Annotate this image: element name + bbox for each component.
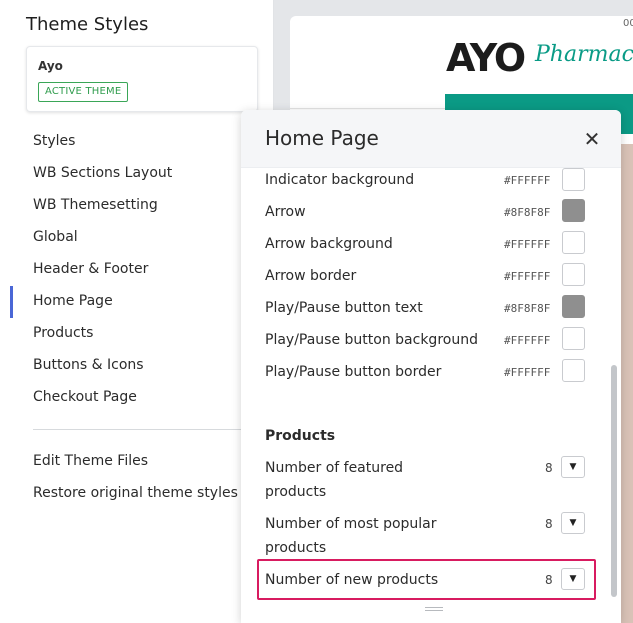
theme-name: Ayo (38, 59, 63, 73)
panel-scrollbar-thumb[interactable] (611, 365, 617, 597)
setting-label: Arrow (265, 204, 306, 220)
sidebar-item-wb-sections-layout[interactable]: WB Sections Layout (33, 165, 172, 181)
sidebar-title: Theme Styles (26, 14, 149, 35)
sidebar-item-styles[interactable]: Styles (33, 133, 75, 149)
edit-theme-files-link[interactable]: Edit Theme Files (33, 453, 148, 469)
sidebar-item-home-page[interactable]: Home Page (33, 293, 113, 309)
color-hex-value: #FFFFFF (504, 334, 551, 347)
sidebar-item-products[interactable]: Products (33, 325, 93, 341)
sidebar-item-header-footer[interactable]: Header & Footer (33, 261, 148, 277)
color-swatch[interactable] (562, 199, 585, 222)
restore-theme-styles-link[interactable]: Restore original theme styles (33, 485, 238, 501)
number-dropdown[interactable]: ▼ (561, 456, 585, 478)
preview-logo: AYO (446, 36, 526, 80)
panel-title: Home Page (265, 126, 379, 150)
setting-label: Play/Pause button text (265, 300, 423, 316)
sidebar-item-checkout-page[interactable]: Checkout Page (33, 389, 137, 405)
home-page-panel: Home Page ✕ Indicator background #FFFFFF… (241, 110, 621, 623)
nav-active-indicator (10, 286, 13, 318)
sidebar-item-wb-themesetting[interactable]: WB Themesetting (33, 197, 158, 213)
color-hex-value: #FFFFFF (504, 238, 551, 251)
color-swatch[interactable] (562, 295, 585, 318)
sidebar-item-global[interactable]: Global (33, 229, 78, 245)
preview-logo-script: Pharmac (535, 42, 633, 67)
number-value: 8 (545, 461, 553, 475)
resize-grip-icon[interactable] (425, 607, 443, 615)
color-hex-value: #FFFFFF (504, 174, 551, 187)
sidebar-item-buttons-icons[interactable]: Buttons & Icons (33, 357, 144, 373)
color-swatch[interactable] (562, 359, 585, 382)
setting-label: Number of featured products (265, 460, 404, 500)
color-swatch[interactable] (562, 168, 585, 191)
color-swatch[interactable] (562, 327, 585, 350)
products-section-heading: Products (265, 428, 336, 444)
nav-divider (33, 429, 241, 430)
preview-corner-text: 00 (623, 18, 633, 29)
color-hex-value: #FFFFFF (504, 270, 551, 283)
active-theme-badge: ACTIVE THEME (38, 82, 129, 102)
number-value: 8 (545, 517, 553, 531)
sidebar: Theme Styles Ayo ACTIVE THEME Styles WB … (0, 0, 274, 623)
highlight-annotation (257, 559, 596, 600)
color-hex-value: #8F8F8F (504, 206, 551, 219)
setting-label: Indicator background (265, 172, 415, 188)
setting-label: Play/Pause button border (265, 364, 442, 380)
panel-header: Home Page ✕ (241, 110, 621, 168)
setting-label: Arrow background (265, 236, 393, 252)
setting-label: Number of most popular products (265, 516, 437, 556)
number-dropdown[interactable]: ▼ (561, 512, 585, 534)
setting-label: Play/Pause button background (265, 332, 478, 348)
setting-label: Arrow border (265, 268, 357, 284)
close-icon[interactable]: ✕ (581, 128, 603, 150)
theme-card: Ayo ACTIVE THEME (26, 46, 258, 112)
color-swatch[interactable] (562, 231, 585, 254)
color-hex-value: #FFFFFF (504, 366, 551, 379)
color-hex-value: #8F8F8F (504, 302, 551, 315)
color-swatch[interactable] (562, 263, 585, 286)
